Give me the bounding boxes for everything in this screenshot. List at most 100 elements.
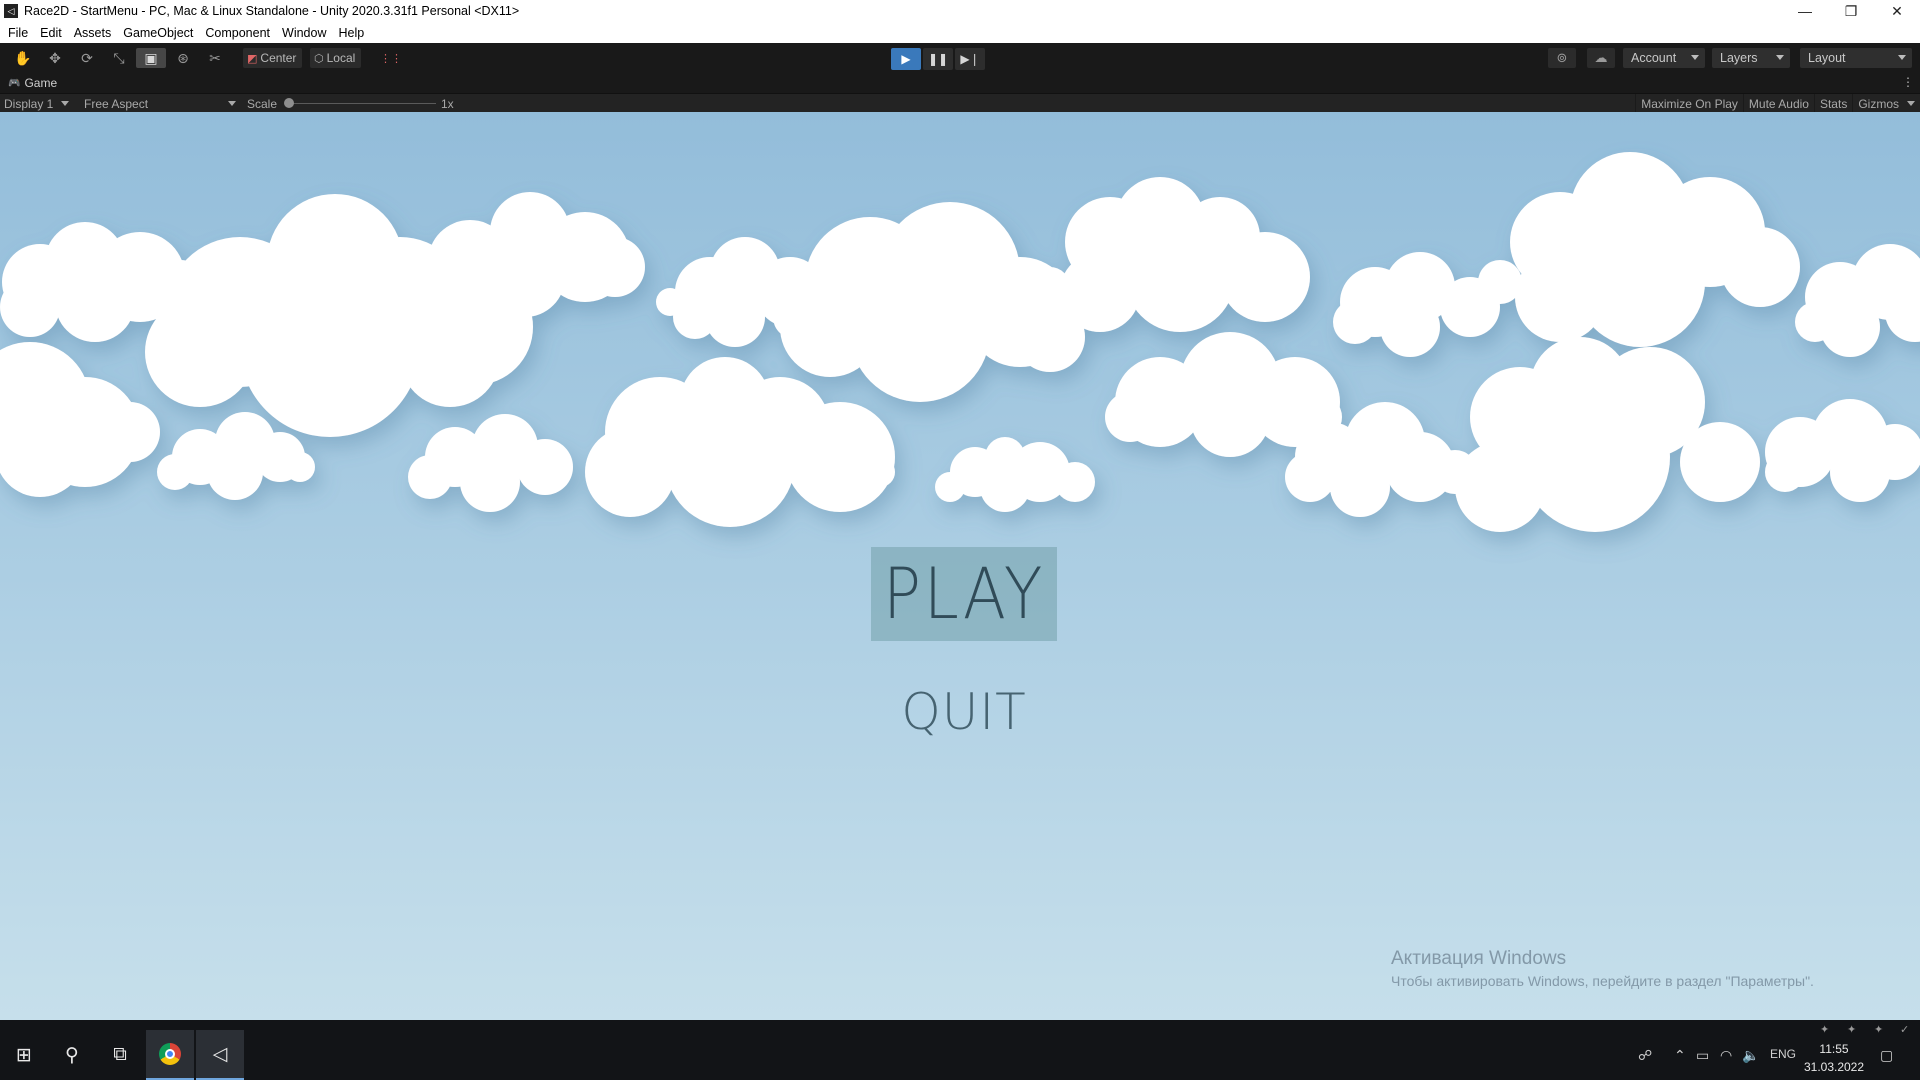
windows-taskbar [0,1020,1920,1080]
step-button[interactable]: ▶❘ [955,48,985,70]
menu-component[interactable]: Component [199,26,276,40]
volume-icon[interactable]: 🔈 [1742,1047,1759,1064]
menu-gameobject[interactable]: GameObject [117,26,199,40]
scale-slider-handle[interactable] [284,98,294,108]
scale-value: 1x [441,96,454,111]
menu-window[interactable]: Window [276,26,332,40]
task-view-icon[interactable]: ⧉ [96,1030,144,1080]
activation-watermark-title: Активация Windows [1391,948,1567,969]
check-icon: ✓ [1900,1024,1910,1036]
aspect-label: Free Aspect [84,96,149,111]
pause-button[interactable]: ❚❚ [923,48,953,70]
cloud [1765,399,1920,502]
play-button[interactable]: ▶ [891,48,921,70]
cloud [1030,177,1310,332]
account-label: Account [1631,51,1677,65]
main-toolbar: ✋ ✥ ⟳ ⤡ ▣ ⊛ ✂ ◩ Center ⬡ Local ⋮⋮ ▶ ❚❚ ▶… [0,43,1920,73]
display-label: Display 1 [4,96,54,111]
scale-tool-icon[interactable]: ⤡ [104,48,134,68]
layout-dropdown[interactable]: Layout [1800,48,1912,68]
pivot-center-toggle[interactable]: ◩ Center [243,48,303,68]
gizmos-label: Gizmos [1858,96,1899,111]
clock-time: 11:55 [1819,1042,1849,1056]
menu-help[interactable]: Help [332,26,370,40]
collab-icon[interactable]: ⊚ [1548,48,1576,68]
notifications-icon[interactable]: ▢ [1880,1047,1893,1064]
cloud [585,357,895,527]
rotate-tool-icon[interactable]: ⟳ [72,48,102,68]
quit-label: QUIT [901,683,1027,741]
rect-tool-icon[interactable]: ▣ [136,48,166,68]
wifi-icon[interactable]: ◠ [1720,1047,1732,1064]
play-menu-button[interactable]: PLAY [871,547,1057,641]
start-button[interactable]: ⊞ [0,1030,48,1080]
hand-tool-icon[interactable]: ✋ [8,48,38,68]
unity-taskbar-button[interactable]: ◁ [196,1030,244,1080]
grid-snap-icon[interactable]: ⋮⋮ [376,48,406,68]
taskbar-clock[interactable]: 11:55 31.03.2022 [1800,1040,1868,1076]
unity-icon: ◁ [4,4,18,18]
local-space-icon: ⬡ [314,52,324,65]
people-icon[interactable]: ☍ [1638,1047,1652,1064]
maximize-on-play-toggle[interactable]: Maximize On Play [1635,94,1743,113]
chrome-icon [159,1043,181,1065]
menu-bar: File Edit Assets GameObject Component Wi… [0,22,1920,43]
gizmo-icon: ✦ [1820,1024,1830,1036]
space-local-toggle[interactable]: ⬡ Local [310,48,362,68]
gizmo-icon: ✦ [1874,1024,1884,1036]
gizmos-dropdown[interactable]: Gizmos [1852,94,1920,113]
panel-menu-icon[interactable]: ⋮ [1902,75,1914,89]
display-dropdown[interactable]: Display 1 [4,95,70,112]
chevron-down-icon [1776,55,1784,60]
stats-toggle[interactable]: Stats [1813,94,1852,113]
aspect-dropdown[interactable]: Free Aspect [84,95,236,112]
scale-label: Scale [247,96,278,111]
layers-label: Layers [1720,51,1758,65]
layout-label: Layout [1808,51,1846,65]
playmode-controls: ▶ ❚❚ ▶❘ [891,48,985,70]
game-view[interactable]: PLAY QUIT Активация Windows Чтобы активи… [0,112,1920,1020]
cloud [1478,152,1800,347]
menu-file[interactable]: File [2,26,34,40]
move-tool-icon[interactable]: ✥ [40,48,70,68]
language-indicator[interactable]: ENG [1770,1047,1796,1061]
scale-slider-track[interactable] [288,103,436,104]
account-dropdown[interactable]: Account [1623,48,1705,68]
space-label: Local [326,51,356,65]
cloud-icon[interactable]: ☁ [1587,48,1615,68]
window-titlebar: ◁ Race2D - StartMenu - PC, Mac & Linux S… [0,0,1920,22]
search-icon[interactable]: ⚲ [48,1030,96,1080]
cloud [1433,337,1760,532]
tab-game[interactable]: 🎮 Game [0,76,57,90]
chevron-down-icon [1907,101,1915,106]
cloud [408,414,573,512]
battery-icon[interactable]: ▭ [1696,1047,1709,1064]
cloud [935,437,1095,512]
pivot-label: Center [260,51,297,65]
menu-edit[interactable]: Edit [34,26,68,40]
chevron-down-icon [228,101,236,106]
game-panel-header: 🎮 Game ⋮ [0,73,1920,93]
custom-tool-icon[interactable]: ✂ [200,48,230,68]
gizmo-icon: ✦ [1847,1024,1857,1036]
window-controls: — ❐ ✕ [1782,0,1920,22]
transform-tool-icon[interactable]: ⊛ [168,48,198,68]
chevron-down-icon [1898,55,1906,60]
layers-dropdown[interactable]: Layers [1712,48,1790,68]
mute-audio-toggle[interactable]: Mute Audio [1742,94,1814,113]
menu-assets[interactable]: Assets [68,26,118,40]
minimize-button[interactable]: — [1782,0,1828,22]
chevron-down-icon [61,101,70,106]
activation-watermark-text: Чтобы активировать Windows, перейдите в … [1391,973,1814,989]
tab-game-label: Game [24,76,58,90]
close-button[interactable]: ✕ [1874,0,1920,22]
chrome-taskbar-button[interactable] [146,1030,194,1080]
quit-menu-button[interactable]: QUIT [871,667,1057,757]
chevron-up-icon[interactable]: ⌃ [1674,1047,1686,1064]
clock-date: 31.03.2022 [1803,1060,1865,1074]
game-view-toolbar: Display 1 Free Aspect Scale 1x Maximize … [0,93,1920,113]
cloud [0,342,160,497]
gamepad-icon: 🎮 [8,77,21,89]
cloud [1333,252,1500,357]
restore-button[interactable]: ❐ [1828,0,1874,22]
